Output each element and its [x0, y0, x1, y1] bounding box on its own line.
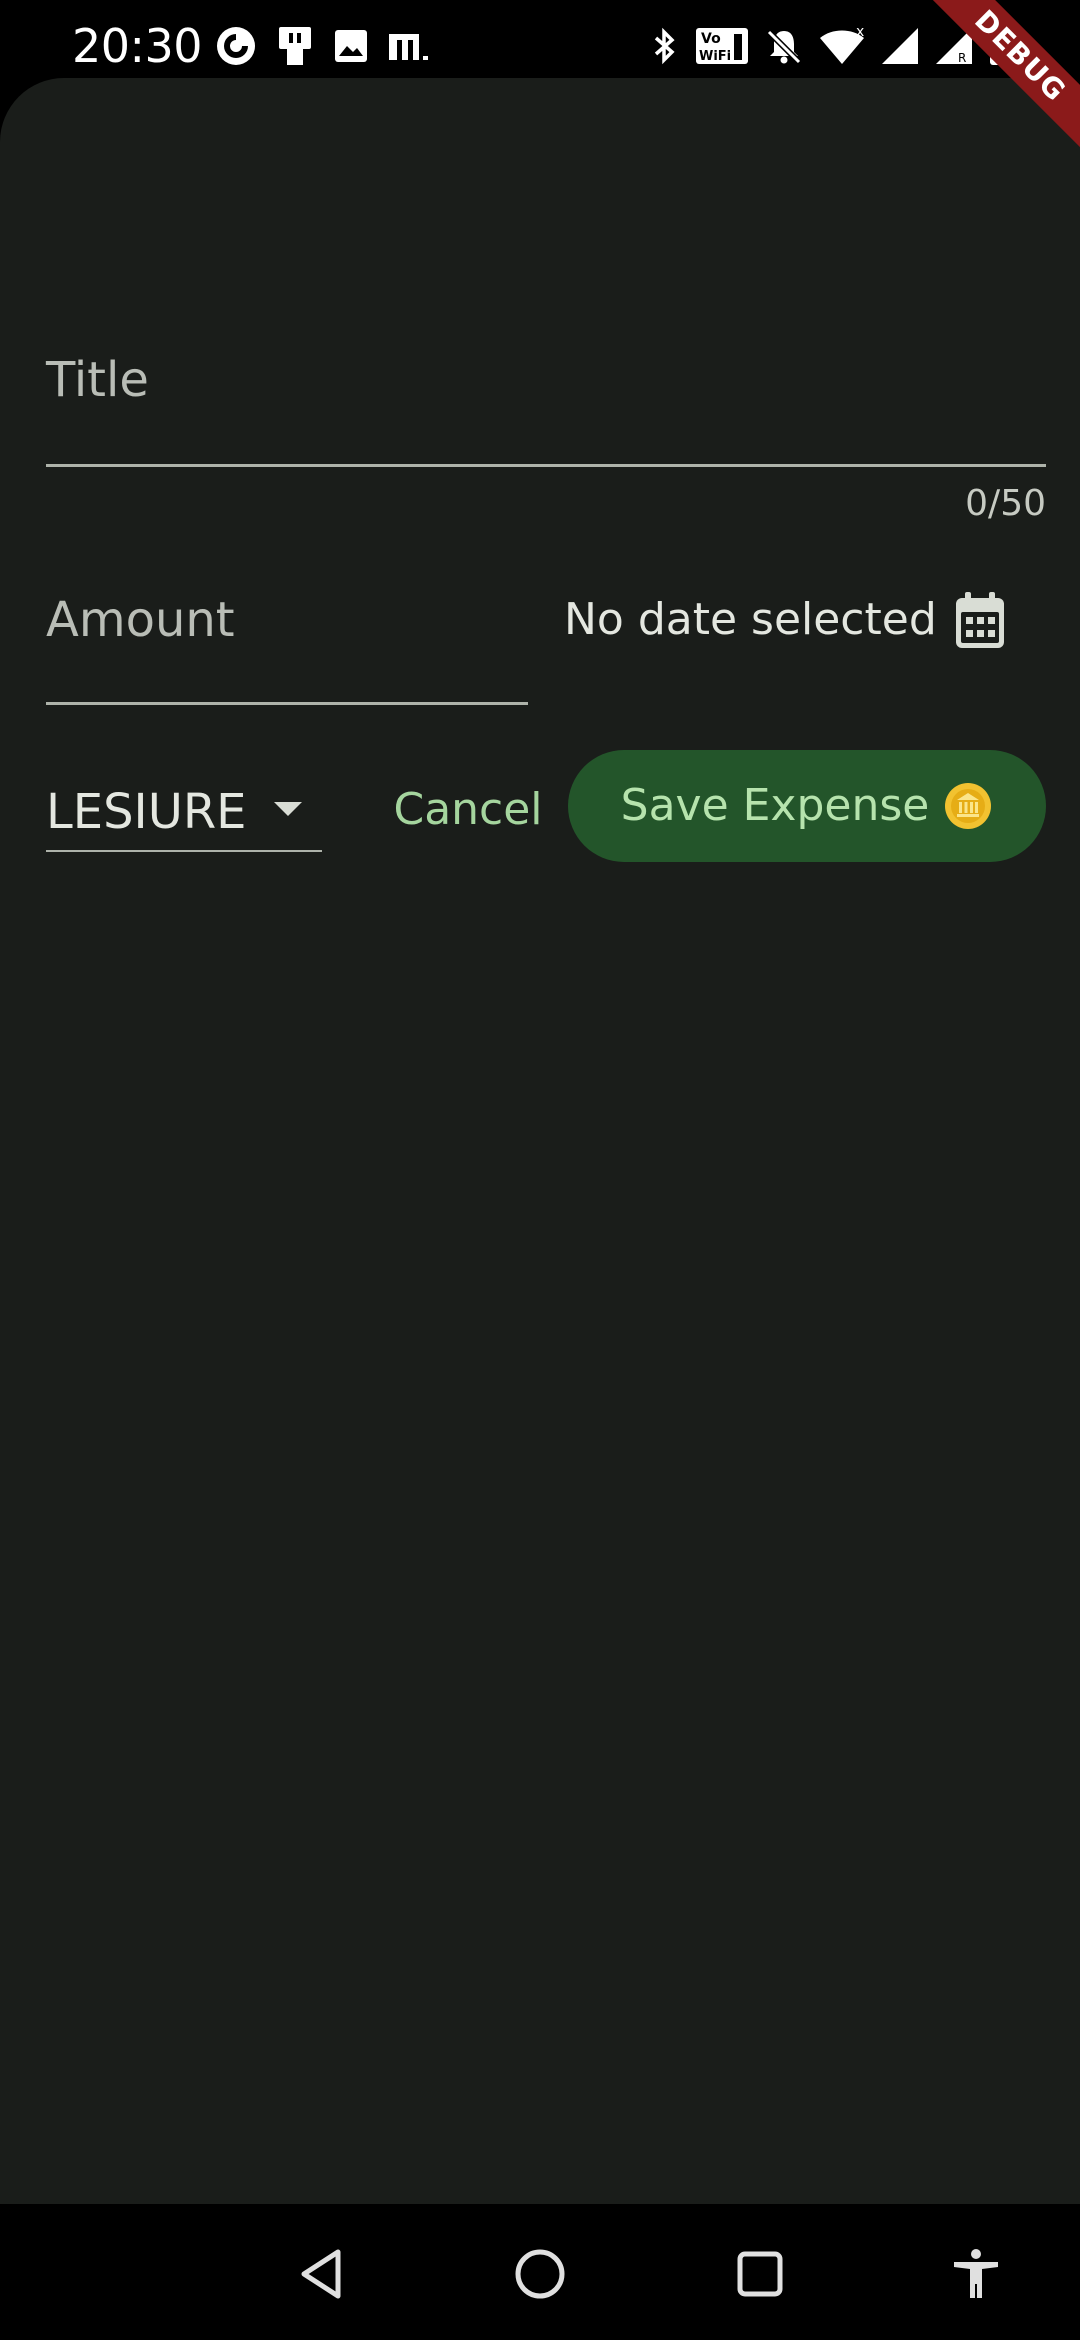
amount-placeholder: Amount: [46, 592, 235, 648]
image-icon: [335, 30, 367, 62]
sim-card-icon: [279, 27, 311, 65]
title-field[interactable]: Title 0/50: [46, 346, 1046, 524]
recents-button[interactable]: [724, 2238, 796, 2310]
cell-signal-icon: [882, 28, 918, 64]
svg-text:R: R: [958, 51, 966, 65]
calendar-icon: [956, 592, 1004, 648]
m-app-icon: [389, 34, 428, 60]
save-expense-label: Save Expense: [620, 780, 930, 831]
title-underline: [46, 464, 1046, 467]
svg-text:WiFi: WiFi: [699, 49, 731, 64]
status-right-icons: Vo WiFi x R: [650, 22, 1014, 70]
dropdown-arrow-icon: [274, 802, 302, 816]
notifications-muted-icon: [766, 29, 802, 65]
bluetooth-icon: [654, 27, 675, 65]
back-button[interactable]: [286, 2238, 358, 2310]
category-selected-value: LESIURE: [46, 784, 247, 840]
navigation-bar: [0, 2204, 1080, 2340]
status-time: 20:30: [72, 19, 203, 73]
status-left-icons: [215, 24, 433, 68]
vowifi-icon: Vo WiFi: [696, 28, 748, 64]
amount-underline: [46, 702, 528, 705]
wifi-icon: x: [820, 26, 864, 64]
category-underline: [46, 850, 322, 852]
back-icon: [301, 2249, 341, 2299]
category-dropdown[interactable]: LESIURE: [46, 776, 322, 852]
home-icon: [515, 2249, 565, 2299]
svg-text:x: x: [856, 26, 864, 40]
title-placeholder: Title: [46, 352, 149, 408]
recents-icon: [737, 2251, 783, 2297]
expense-sheet: Title 0/50 Amount No date selected LESIU…: [0, 78, 1080, 2204]
svg-text:Vo: Vo: [701, 31, 721, 47]
date-label: No date selected: [564, 594, 937, 645]
status-bar: 20:30 Vo WiFi x R: [0, 0, 1080, 90]
coin-icon: [945, 783, 992, 829]
cancel-button[interactable]: Cancel: [384, 770, 552, 850]
screen: 20:30 Vo WiFi x R Title 0/50 Amount No d…: [0, 0, 1080, 2340]
accessibility-button[interactable]: [940, 2238, 1012, 2310]
calendar-button[interactable]: [946, 582, 1014, 658]
title-character-counter: 0/50: [965, 483, 1046, 524]
home-button[interactable]: [504, 2238, 576, 2310]
amount-field[interactable]: Amount: [46, 586, 528, 706]
save-expense-button[interactable]: Save Expense: [568, 750, 1046, 862]
accessibility-icon: [954, 2249, 998, 2298]
pocket-casts-icon: [217, 27, 255, 65]
